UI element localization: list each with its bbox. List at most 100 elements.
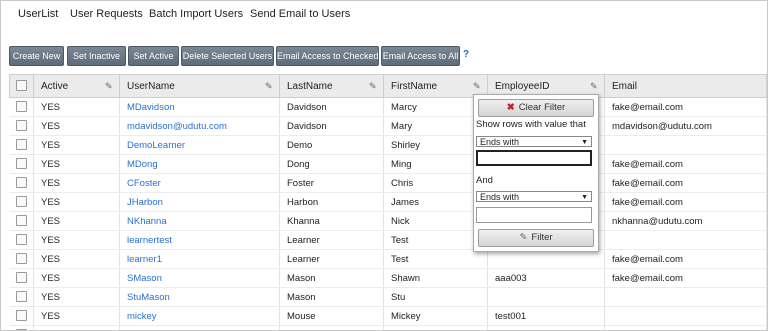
nav-userlist[interactable]: UserList [18, 8, 58, 20]
cell-username[interactable]: JHarbon [119, 192, 280, 212]
cell-text: Davidson [287, 101, 327, 113]
column-email[interactable]: Email [604, 74, 767, 98]
email-access-checked-button[interactable]: Email Access to Checked [276, 46, 379, 66]
row-checkbox[interactable] [9, 173, 34, 193]
table-row[interactable]: YES StuMason Mason Stu [9, 287, 767, 307]
cell-email: fake@email.com [604, 97, 767, 117]
row-checkbox[interactable] [9, 287, 34, 307]
filter-value-2-input[interactable] [476, 207, 592, 223]
checkbox-box[interactable] [15, 291, 27, 303]
checkbox-box[interactable] [15, 158, 27, 170]
cell-username[interactable]: mickey [119, 306, 280, 326]
checkbox-box[interactable] [15, 253, 27, 265]
table-row[interactable]: YES DemoLearner Demo Shirley [9, 135, 767, 155]
cell-username[interactable]: SMason [119, 268, 280, 288]
filter-operator-2[interactable]: Ends with ▼ [476, 191, 592, 202]
checkbox-box[interactable] [15, 215, 27, 227]
cell-username[interactable]: NKhanna [119, 211, 280, 231]
clear-filter-button[interactable]: ✖ Clear Filter [478, 99, 594, 117]
checkbox-box[interactable] [15, 310, 27, 322]
checkbox-box[interactable] [15, 139, 27, 151]
username-link[interactable]: MDong [127, 159, 158, 170]
table-row[interactable]: YES MDong Dong Ming fake@email.com [9, 154, 767, 174]
table-row[interactable]: YES NKhanna Khanna Nick nkhanna@udutu.com [9, 211, 767, 231]
column-active[interactable]: Active ✎ [33, 74, 120, 98]
row-checkbox[interactable] [9, 97, 34, 117]
table-row[interactable]: YES learner1 Learner Test fake@email.com [9, 249, 767, 269]
cell-username[interactable]: mdavidson@udutu.com [119, 116, 280, 136]
filter-icon[interactable]: ✎ [590, 82, 599, 91]
filter-icon[interactable]: ✎ [105, 82, 114, 91]
checkbox-box[interactable] [15, 177, 27, 189]
row-checkbox[interactable] [9, 135, 34, 155]
column-lastname[interactable]: LastName ✎ [279, 74, 384, 98]
cell-text: aaa003 [495, 272, 527, 284]
row-checkbox[interactable] [9, 306, 34, 326]
nav-send-email[interactable]: Send Email to Users [250, 8, 350, 20]
table-row[interactable]: YES mdavidson@udutu.com Davidson Mary mdavid… [9, 116, 767, 136]
create-new-button[interactable]: Create New [9, 46, 64, 66]
nav-user-requests[interactable]: User Requests [70, 8, 143, 20]
cell-username[interactable]: learner1 [119, 249, 280, 269]
column-username[interactable]: UserName ✎ [119, 74, 280, 98]
cell-username[interactable]: CFoster [119, 173, 280, 193]
apply-filter-button[interactable]: ✎ Filter [478, 229, 594, 247]
cell-username[interactable]: learnertest [119, 230, 280, 250]
cell-username[interactable]: StuMason [119, 287, 280, 307]
row-checkbox[interactable] [9, 192, 34, 212]
cell-email [604, 287, 767, 307]
checkbox-box[interactable] [16, 80, 27, 92]
username-link[interactable]: CFoster [127, 178, 161, 189]
select-all-checkbox[interactable] [9, 74, 34, 98]
column-firstname[interactable]: FirstName ✎ [383, 74, 488, 98]
cell-text: Stu [391, 291, 406, 303]
delete-selected-button[interactable]: Delete Selected Users [181, 46, 274, 66]
cell-username[interactable]: RMundell [119, 325, 280, 330]
checkbox-box[interactable] [15, 120, 27, 132]
username-link[interactable]: mickey [127, 311, 157, 322]
username-link[interactable]: learnertest [127, 235, 172, 246]
table-row[interactable]: YES JHarbon Harbon James fake@email.com [9, 192, 767, 212]
username-link[interactable]: SMason [127, 273, 162, 284]
checkbox-box[interactable] [15, 272, 27, 284]
set-inactive-button[interactable]: Set Inactive [67, 46, 126, 66]
help-icon[interactable]: ? [463, 49, 469, 60]
filter-operator-1[interactable]: Ends with ▼ [476, 136, 592, 147]
row-checkbox[interactable] [9, 154, 34, 174]
row-checkbox[interactable] [9, 211, 34, 231]
row-checkbox[interactable] [9, 230, 34, 250]
row-checkbox[interactable] [9, 325, 34, 330]
cell-active: YES [33, 173, 120, 193]
table-row[interactable]: YES MDavidson Davidson Marcy fake@email.com [9, 97, 767, 117]
cell-username[interactable]: DemoLearner [119, 135, 280, 155]
table-row[interactable]: YES SMason Mason Shawn aaa003 fake@email.com [9, 268, 767, 288]
nav-batch-import[interactable]: Batch Import Users [149, 8, 243, 20]
cell-text: fake@email.com [612, 158, 683, 170]
table-row[interactable]: YES mickey Mouse Mickey test001 [9, 306, 767, 326]
filter-icon[interactable]: ✎ [369, 82, 378, 91]
set-active-button[interactable]: Set Active [128, 46, 179, 66]
username-link[interactable]: JHarbon [127, 197, 163, 208]
table-row[interactable]: YES CFoster Foster Chris fake@email.com [9, 173, 767, 193]
checkbox-box[interactable] [15, 234, 27, 246]
username-link[interactable]: StuMason [127, 292, 170, 303]
filter-icon[interactable]: ✎ [265, 82, 274, 91]
email-access-all-button[interactable]: Email Access to All [381, 46, 460, 66]
table-row[interactable]: YES learnertest Learner Test [9, 230, 767, 250]
filter-icon[interactable]: ✎ [473, 82, 482, 91]
username-link[interactable]: learner1 [127, 254, 162, 265]
cell-username[interactable]: MDong [119, 154, 280, 174]
username-link[interactable]: mdavidson@udutu.com [127, 121, 227, 132]
username-link[interactable]: DemoLearner [127, 140, 185, 151]
row-checkbox[interactable] [9, 249, 34, 269]
checkbox-box[interactable] [15, 196, 27, 208]
table-row[interactable]: YESRMundellMundellRonaldaaa002fake@email… [9, 325, 767, 330]
username-link[interactable]: MDavidson [127, 102, 175, 113]
filter-value-1-input[interactable] [476, 150, 592, 166]
row-checkbox[interactable] [9, 268, 34, 288]
cell-text: Shirley [391, 139, 421, 151]
checkbox-box[interactable] [15, 101, 27, 113]
row-checkbox[interactable] [9, 116, 34, 136]
username-link[interactable]: NKhanna [127, 216, 167, 227]
cell-username[interactable]: MDavidson [119, 97, 280, 117]
